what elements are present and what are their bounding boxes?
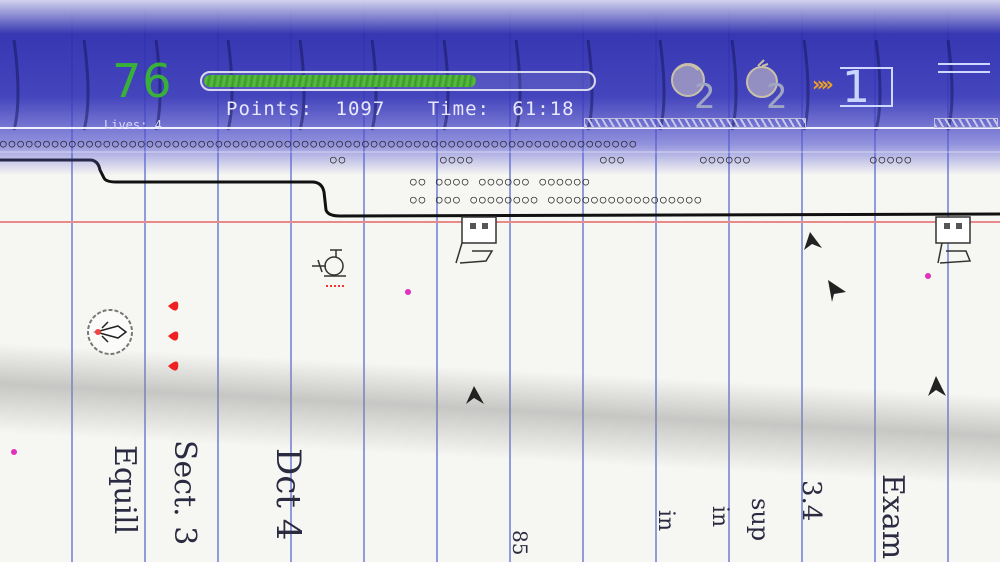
- ceiling-turret-2: [935, 216, 972, 264]
- side-charge-meter: [934, 118, 998, 128]
- enemy-bullet-3: [11, 449, 17, 455]
- player-bullet-2: [168, 331, 179, 341]
- arrow-enemy-2: [828, 280, 846, 302]
- arrow-enemy-4: [928, 376, 946, 396]
- points-label: Points:: [226, 98, 314, 120]
- perforation-row-cluster-5: ○○○○○: [870, 153, 914, 166]
- time-label: Time:: [427, 98, 490, 120]
- time-value: 61:18: [512, 98, 575, 120]
- player-bullet-1: [168, 301, 179, 311]
- multiplier-counter: 76: [112, 54, 173, 108]
- speed-arrows-icon: »»: [812, 72, 834, 96]
- enemy-bullet-2: [925, 273, 931, 279]
- perforation-row-top: ○○○○○○○○○○○○○○○○○○○○○○○○○○○○○○○○○○○○○○○○…: [0, 137, 639, 150]
- perforation-row-cluster-7: ○○ ○○○ ○○○○○○○○ ○○○○○○○○○○○○○○○○○○: [410, 193, 704, 206]
- enemy-bullet-1: [405, 289, 411, 295]
- lives-counter: Lives: 4: [104, 118, 162, 132]
- health-bar-fill: [204, 75, 476, 87]
- helicopter-enemy: [312, 249, 346, 287]
- ceiling-turret-1: [455, 216, 497, 264]
- side-panel-stripes: [938, 63, 990, 73]
- perforation-row-cluster-3: ○○○: [600, 153, 626, 166]
- perforation-row-cluster-1: ○○: [330, 153, 348, 166]
- perforation-row-cluster-2: ○○○○: [440, 153, 475, 166]
- perforation-row-cluster-6: ○○ ○○○○ ○○○○○○ ○○○○○○: [410, 175, 592, 188]
- speed-level: 1: [842, 62, 870, 113]
- points-time-readout: Points: 1097 Time: 61:18: [226, 98, 575, 120]
- perforation-row-cluster-4: ○○○○○○: [700, 153, 752, 166]
- bomb-count: 2: [694, 77, 716, 117]
- arrow-enemy-1: [804, 232, 822, 250]
- charge-meter: [584, 118, 806, 128]
- player-ship: [87, 309, 133, 355]
- arrow-enemy-3: [466, 386, 484, 404]
- game-scene: Dct 4 Sect. 3 Equill Exam 3.4 sup in in …: [0, 0, 1000, 562]
- health-bar: [200, 71, 596, 91]
- points-value: 1097: [335, 98, 386, 120]
- grenade-count: 2: [766, 77, 788, 117]
- player-bullet-3: [168, 361, 179, 371]
